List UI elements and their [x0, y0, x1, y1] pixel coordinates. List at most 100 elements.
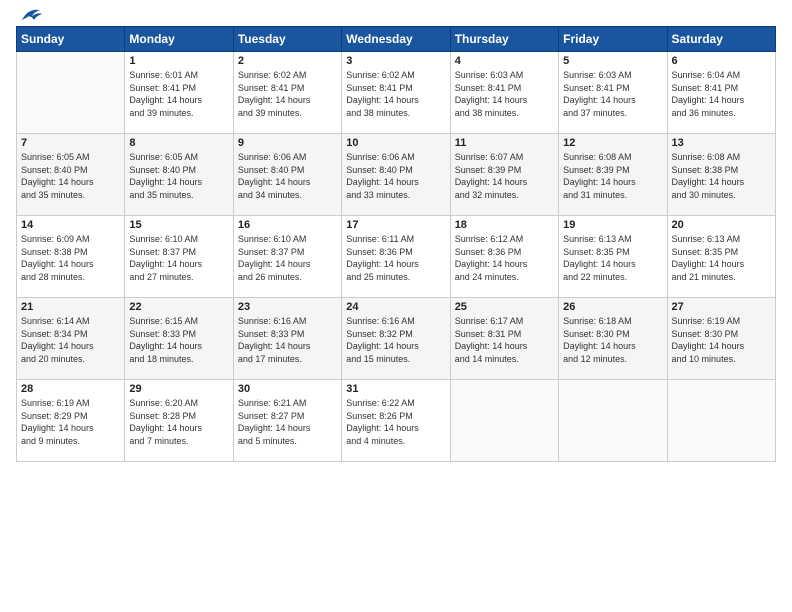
weekday-header: Sunday: [17, 27, 125, 52]
day-info: Sunrise: 6:21 AM Sunset: 8:27 PM Dayligh…: [238, 397, 337, 447]
day-info: Sunrise: 6:05 AM Sunset: 8:40 PM Dayligh…: [129, 151, 228, 201]
calendar-cell: 8 Sunrise: 6:05 AM Sunset: 8:40 PM Daylig…: [125, 134, 233, 216]
logo-bird-icon: [18, 6, 44, 24]
day-number: 12: [563, 137, 662, 149]
weekday-header: Friday: [559, 27, 667, 52]
calendar-cell: [667, 380, 775, 462]
calendar-cell: 23 Sunrise: 6:16 AM Sunset: 8:33 PM Dayli…: [233, 298, 341, 380]
calendar-cell: [17, 52, 125, 134]
calendar-week-row: 21Sunrise: 6:14 AM Sunset: 8:34 PM Dayli…: [17, 298, 776, 380]
day-info: Sunrise: 6:06 AM Sunset: 8:40 PM Dayligh…: [238, 151, 337, 201]
calendar-cell: 28 Sunrise: 6:19 AM Sunset: 8:29 PM Dayli…: [17, 380, 125, 462]
day-number: 16: [238, 219, 337, 231]
day-number: 5: [563, 55, 662, 67]
calendar-cell: 4 Sunrise: 6:03 AM Sunset: 8:41 PM Daylig…: [450, 52, 558, 134]
day-info: Sunrise: 6:16 AM Sunset: 8:33 PM Dayligh…: [238, 315, 337, 365]
day-info: Sunrise: 6:19 AM Sunset: 8:29 PM Dayligh…: [21, 397, 120, 447]
calendar-cell: 24 Sunrise: 6:16 AM Sunset: 8:32 PM Dayli…: [342, 298, 450, 380]
day-number: 18: [455, 219, 554, 231]
day-info: Sunrise: 6:10 AM Sunset: 8:37 PM Dayligh…: [129, 233, 228, 283]
calendar-cell: 21Sunrise: 6:14 AM Sunset: 8:34 PM Dayli…: [17, 298, 125, 380]
calendar-cell: 13Sunrise: 6:08 AM Sunset: 8:38 PM Dayli…: [667, 134, 775, 216]
day-info: Sunrise: 6:22 AM Sunset: 8:26 PM Dayligh…: [346, 397, 445, 447]
calendar-cell: 29 Sunrise: 6:20 AM Sunset: 8:28 PM Dayli…: [125, 380, 233, 462]
day-info: Sunrise: 6:08 AM Sunset: 8:39 PM Dayligh…: [563, 151, 662, 201]
day-info: Sunrise: 6:16 AM Sunset: 8:32 PM Dayligh…: [346, 315, 445, 365]
calendar-cell: 1Sunrise: 6:01 AM Sunset: 8:41 PM Daylig…: [125, 52, 233, 134]
calendar-cell: 19 Sunrise: 6:13 AM Sunset: 8:35 PM Dayli…: [559, 216, 667, 298]
calendar-cell: 14Sunrise: 6:09 AM Sunset: 8:38 PM Dayli…: [17, 216, 125, 298]
calendar-cell: 11Sunrise: 6:07 AM Sunset: 8:39 PM Dayli…: [450, 134, 558, 216]
day-number: 19: [563, 219, 662, 231]
day-info: Sunrise: 6:17 AM Sunset: 8:31 PM Dayligh…: [455, 315, 554, 365]
day-info: Sunrise: 6:09 AM Sunset: 8:38 PM Dayligh…: [21, 233, 120, 283]
calendar-cell: 10 Sunrise: 6:06 AM Sunset: 8:40 PM Dayli…: [342, 134, 450, 216]
day-info: Sunrise: 6:12 AM Sunset: 8:36 PM Dayligh…: [455, 233, 554, 283]
day-number: 4: [455, 55, 554, 67]
day-info: Sunrise: 6:13 AM Sunset: 8:35 PM Dayligh…: [563, 233, 662, 283]
header-row: SundayMondayTuesdayWednesdayThursdayFrid…: [17, 27, 776, 52]
day-info: Sunrise: 6:03 AM Sunset: 8:41 PM Dayligh…: [563, 69, 662, 119]
day-info: Sunrise: 6:08 AM Sunset: 8:38 PM Dayligh…: [672, 151, 771, 201]
weekday-header: Tuesday: [233, 27, 341, 52]
day-number: 21: [21, 301, 120, 313]
day-number: 10: [346, 137, 445, 149]
logo: [16, 10, 44, 20]
day-number: 8: [129, 137, 228, 149]
day-info: Sunrise: 6:10 AM Sunset: 8:37 PM Dayligh…: [238, 233, 337, 283]
calendar-week-row: 14Sunrise: 6:09 AM Sunset: 8:38 PM Dayli…: [17, 216, 776, 298]
day-number: 29: [129, 383, 228, 395]
day-number: 17: [346, 219, 445, 231]
calendar-cell: 5 Sunrise: 6:03 AM Sunset: 8:41 PM Daylig…: [559, 52, 667, 134]
calendar-cell: 25 Sunrise: 6:17 AM Sunset: 8:31 PM Dayli…: [450, 298, 558, 380]
calendar-cell: 27Sunrise: 6:19 AM Sunset: 8:30 PM Dayli…: [667, 298, 775, 380]
page: SundayMondayTuesdayWednesdayThursdayFrid…: [0, 0, 792, 612]
day-number: 1: [129, 55, 228, 67]
calendar-week-row: 1Sunrise: 6:01 AM Sunset: 8:41 PM Daylig…: [17, 52, 776, 134]
weekday-header: Wednesday: [342, 27, 450, 52]
calendar-cell: 22 Sunrise: 6:15 AM Sunset: 8:33 PM Dayli…: [125, 298, 233, 380]
day-number: 11: [455, 137, 554, 149]
day-info: Sunrise: 6:02 AM Sunset: 8:41 PM Dayligh…: [346, 69, 445, 119]
weekday-header: Saturday: [667, 27, 775, 52]
calendar-cell: 6 Sunrise: 6:04 AM Sunset: 8:41 PM Daylig…: [667, 52, 775, 134]
day-number: 20: [672, 219, 771, 231]
calendar-cell: [559, 380, 667, 462]
day-number: 24: [346, 301, 445, 313]
calendar-cell: 26 Sunrise: 6:18 AM Sunset: 8:30 PM Dayli…: [559, 298, 667, 380]
day-number: 27: [672, 301, 771, 313]
header: [16, 10, 776, 20]
day-number: 15: [129, 219, 228, 231]
day-info: Sunrise: 6:03 AM Sunset: 8:41 PM Dayligh…: [455, 69, 554, 119]
calendar-cell: 16 Sunrise: 6:10 AM Sunset: 8:37 PM Dayli…: [233, 216, 341, 298]
calendar-table: SundayMondayTuesdayWednesdayThursdayFrid…: [16, 26, 776, 462]
calendar-cell: 18 Sunrise: 6:12 AM Sunset: 8:36 PM Dayli…: [450, 216, 558, 298]
day-number: 28: [21, 383, 120, 395]
day-number: 22: [129, 301, 228, 313]
calendar-cell: 3Sunrise: 6:02 AM Sunset: 8:41 PM Daylig…: [342, 52, 450, 134]
calendar-cell: 20 Sunrise: 6:13 AM Sunset: 8:35 PM Dayli…: [667, 216, 775, 298]
day-info: Sunrise: 6:04 AM Sunset: 8:41 PM Dayligh…: [672, 69, 771, 119]
day-number: 2: [238, 55, 337, 67]
calendar-cell: 12 Sunrise: 6:08 AM Sunset: 8:39 PM Dayli…: [559, 134, 667, 216]
weekday-header: Thursday: [450, 27, 558, 52]
day-number: 6: [672, 55, 771, 67]
day-number: 31: [346, 383, 445, 395]
day-info: Sunrise: 6:11 AM Sunset: 8:36 PM Dayligh…: [346, 233, 445, 283]
day-number: 9: [238, 137, 337, 149]
calendar-cell: 9 Sunrise: 6:06 AM Sunset: 8:40 PM Daylig…: [233, 134, 341, 216]
day-info: Sunrise: 6:15 AM Sunset: 8:33 PM Dayligh…: [129, 315, 228, 365]
day-number: 30: [238, 383, 337, 395]
day-info: Sunrise: 6:18 AM Sunset: 8:30 PM Dayligh…: [563, 315, 662, 365]
calendar-cell: 31 Sunrise: 6:22 AM Sunset: 8:26 PM Dayli…: [342, 380, 450, 462]
calendar-cell: 2Sunrise: 6:02 AM Sunset: 8:41 PM Daylig…: [233, 52, 341, 134]
calendar-cell: 17 Sunrise: 6:11 AM Sunset: 8:36 PM Dayli…: [342, 216, 450, 298]
calendar-week-row: 28 Sunrise: 6:19 AM Sunset: 8:29 PM Dayli…: [17, 380, 776, 462]
day-number: 25: [455, 301, 554, 313]
day-info: Sunrise: 6:05 AM Sunset: 8:40 PM Dayligh…: [21, 151, 120, 201]
day-info: Sunrise: 6:13 AM Sunset: 8:35 PM Dayligh…: [672, 233, 771, 283]
day-info: Sunrise: 6:20 AM Sunset: 8:28 PM Dayligh…: [129, 397, 228, 447]
day-number: 26: [563, 301, 662, 313]
day-info: Sunrise: 6:06 AM Sunset: 8:40 PM Dayligh…: [346, 151, 445, 201]
day-number: 23: [238, 301, 337, 313]
